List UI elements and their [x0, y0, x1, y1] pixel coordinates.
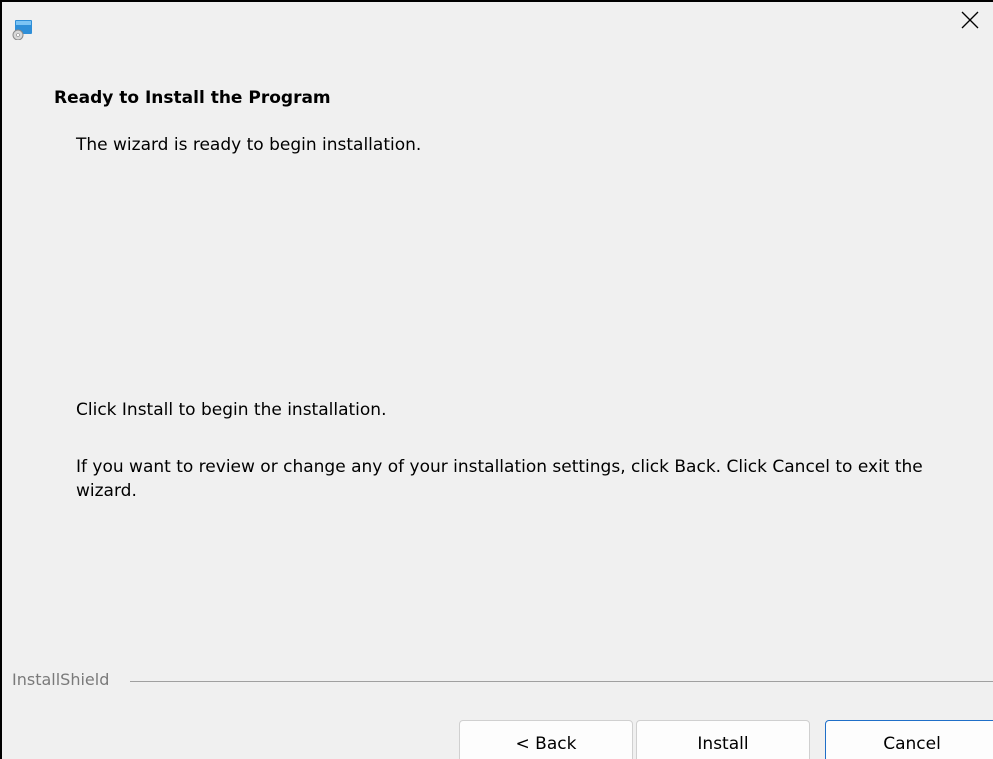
- close-icon: [960, 10, 980, 34]
- installer-window: Ready to Install the Program The wizard …: [0, 0, 993, 759]
- installer-disc-icon: [12, 20, 34, 41]
- back-button[interactable]: < Back: [459, 720, 633, 759]
- divider-line: [130, 681, 993, 682]
- page-title: Ready to Install the Program: [54, 88, 331, 108]
- title-bar: [2, 2, 993, 68]
- cancel-button[interactable]: Cancel: [825, 720, 993, 759]
- instruction-text: Click Install to begin the installation.: [76, 400, 387, 420]
- subtitle-text: The wizard is ready to begin installatio…: [76, 135, 422, 155]
- install-button[interactable]: Install: [636, 720, 810, 759]
- close-button[interactable]: [947, 2, 993, 42]
- brand-divider: InstallShield: [12, 670, 993, 692]
- review-note-text: If you want to review or change any of y…: [76, 457, 923, 501]
- brand-label: InstallShield: [12, 670, 116, 689]
